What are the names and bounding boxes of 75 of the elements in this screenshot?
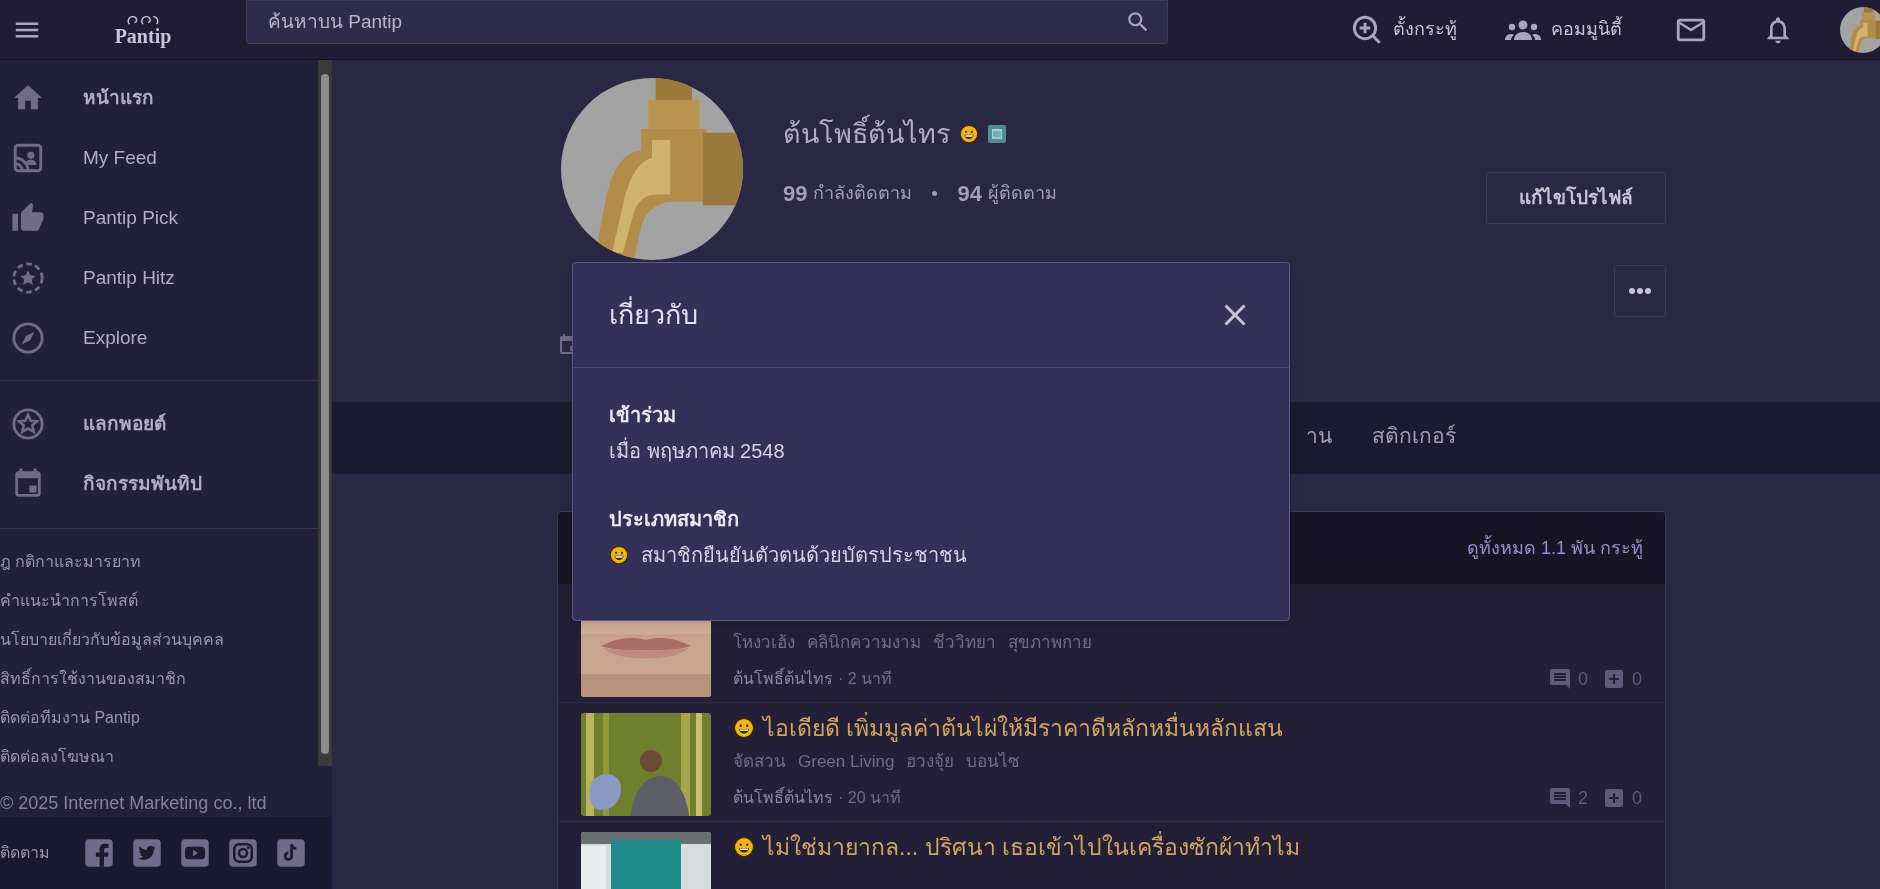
follow-label: ติดตาม <box>0 843 50 863</box>
community-button[interactable]: คอมมูนิตี้ <box>1505 16 1622 43</box>
smiley-icon <box>959 124 979 145</box>
section-heading: ประเภทสมาชิก <box>609 507 740 532</box>
section-text: สมาชิกยืนยันตัวตนด้วยบัตรประชาชน <box>641 543 967 568</box>
sidebar-item[interactable]: Explore <box>0 308 318 368</box>
search-field[interactable]: ค้นหาบน Pantip <box>246 0 1168 44</box>
sidebar-item[interactable]: หน้าแรก <box>0 68 318 128</box>
comment-count: 2 <box>1577 786 1588 810</box>
feed-icon <box>11 141 45 175</box>
tag-link[interactable]: จัดสวน <box>733 749 786 775</box>
add-search-icon <box>1351 13 1383 46</box>
post-row[interactable]: ไม่ใช่มายากล... ปริศนา เธอเข้าไปในเครื่องซักผ้าทำไม <box>558 822 1665 889</box>
footer-link[interactable]: นโยบายเกี่ยวกับข้อมูลส่วนบุคคล <box>0 620 224 659</box>
comment-icon <box>1547 786 1572 810</box>
profile-name: ต้นโพธิ์ต้นไทร <box>783 114 951 155</box>
footer-link[interactable]: ติดต่อทีมงาน Pantip <box>0 698 140 737</box>
tab[interactable]: สติกเกอร์ <box>1352 402 1476 474</box>
logo[interactable]: Pantip <box>103 13 183 46</box>
tag-link[interactable]: โหงวเฮ้ง <box>733 630 795 656</box>
footer-link[interactable]: สิทธิ์การใช้งานของสมาชิก <box>0 659 186 698</box>
view-all-link[interactable]: ดูทั้งหมด 1.1 พัน กระทู้ <box>1466 534 1643 562</box>
comment-icon <box>1547 667 1572 691</box>
scrollbar-thumb[interactable] <box>321 74 329 754</box>
author-link[interactable]: ต้นโพธิ์ต้นไทร <box>733 667 833 691</box>
twitter-icon[interactable] <box>132 838 162 868</box>
more-icon <box>1628 287 1652 295</box>
footer-link[interactable]: คำแนะนำการโพสต์ <box>0 581 138 620</box>
avatar-button[interactable] <box>1840 6 1880 53</box>
smiley-icon <box>733 717 755 739</box>
tag-link[interactable]: ชีววิทยา <box>933 630 996 656</box>
followers-label[interactable]: ผู้ติดตาม <box>987 179 1057 207</box>
followers-count[interactable]: 94 <box>957 176 982 210</box>
tab[interactable]: าน <box>1286 402 1352 474</box>
more-button[interactable] <box>1614 265 1666 317</box>
section-text: เมื่อ พฤษภาคม 2548 <box>609 436 785 466</box>
music-note-icon[interactable] <box>276 838 306 868</box>
footer-link[interactable]: ติดต่อลงโฆษณา <box>0 737 114 776</box>
smiley-icon <box>733 836 755 858</box>
vote-count: 0 <box>1632 786 1642 810</box>
post-title[interactable]: ไม่ใช่มายากล... ปริศนา เธอเข้าไปในเครื่องซักผ้าทำไม <box>763 829 1300 865</box>
dialog-title: เกี่ยวกับ <box>609 294 698 336</box>
sidebar-item[interactable]: แลกพอยต์ <box>0 394 318 454</box>
copyright-text: © 2025 Internet Marketing co., ltd <box>0 792 267 815</box>
plus-icon <box>1602 786 1626 810</box>
sidebar-item[interactable]: Pantip Pick <box>0 188 318 248</box>
following-label[interactable]: กำลังติดตาม <box>813 179 913 207</box>
tag-link[interactable]: บอนไซ <box>966 749 1021 775</box>
smiley-icon <box>609 545 629 565</box>
tag-link[interactable]: คลินิกความงาม <box>807 630 921 656</box>
following-count[interactable]: 99 <box>783 176 808 210</box>
plus-icon <box>1602 667 1626 691</box>
post-time: · 2 นาที <box>838 669 893 689</box>
tag-link[interactable]: สุขภาพกาย <box>1008 630 1092 656</box>
post-time: · 20 นาที <box>838 788 901 808</box>
sidebar-item[interactable]: Pantip Hitz <box>0 248 318 308</box>
sidebar-item[interactable]: กิจกรรมพันทิป <box>0 454 318 514</box>
vote-count: 0 <box>1632 667 1642 691</box>
author-link[interactable]: ต้นโพธิ์ต้นไทร <box>733 786 833 810</box>
compass-icon <box>11 321 45 355</box>
video-play-icon[interactable] <box>180 838 210 868</box>
document-badge-icon <box>987 124 1007 145</box>
section-heading: เข้าร่วม <box>609 403 677 428</box>
post-title[interactable]: ไอเดียดี เพิ่มมูลค่าต้นไผ่ให้มีราคาดีหลักหมื่นหลักแสน <box>763 710 1284 746</box>
footer-link[interactable]: ฎ กติกาและมารยาท <box>0 542 142 581</box>
camera-icon[interactable] <box>228 838 258 868</box>
facebook-icon[interactable] <box>84 838 114 868</box>
edit-profile-button[interactable]: แก้ไขโปรไฟล์ <box>1486 172 1666 224</box>
tag-link[interactable]: Green Living <box>798 749 895 775</box>
logo-swirl-icon <box>126 13 160 26</box>
post-row[interactable]: ไอเดียดี เพิ่มมูลค่าต้นไผ่ให้มีราคาดีหลักหมื่นหลักแสน จัดสวน Green Living ฮวงจุ้ย บอนไซ ต้นโพธิ์ต้นไทร · 20 นาที 2 0 <box>558 703 1665 822</box>
sidebar-item[interactable]: My Feed <box>0 128 318 188</box>
comment-count: 0 <box>1577 667 1588 691</box>
new-topic-button[interactable]: ตั้งกระทู้ <box>1351 13 1457 46</box>
tag-link[interactable]: ฮวงจุ้ย <box>906 749 955 775</box>
